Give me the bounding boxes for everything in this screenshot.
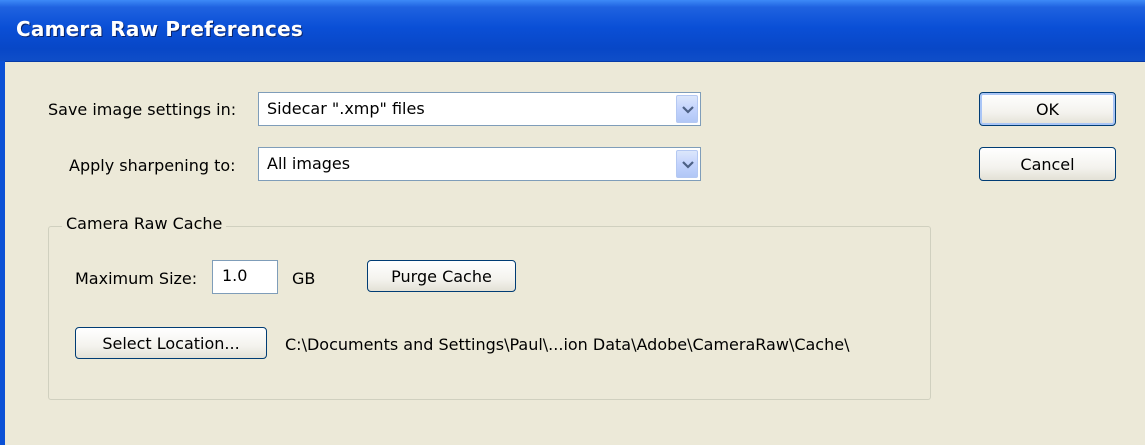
purge-cache-button[interactable]: Purge Cache bbox=[367, 260, 516, 292]
save-settings-dropdown-button[interactable] bbox=[676, 95, 698, 123]
purge-cache-label: Purge Cache bbox=[391, 267, 492, 286]
max-size-input[interactable]: 1.0 bbox=[212, 260, 278, 294]
max-size-label: Maximum Size: bbox=[75, 269, 198, 288]
cancel-button[interactable]: Cancel bbox=[979, 147, 1116, 181]
cache-path: C:\Documents and Settings\Paul\...ion Da… bbox=[285, 335, 850, 354]
window-frame-left bbox=[0, 61, 5, 445]
camera-raw-cache-group bbox=[48, 226, 931, 400]
ok-button-label: OK bbox=[1035, 100, 1060, 119]
chevron-down-icon bbox=[682, 161, 694, 169]
title-bar[interactable]: Camera Raw Preferences bbox=[0, 0, 1145, 62]
cache-group-title: Camera Raw Cache bbox=[62, 214, 227, 233]
sharpening-label: Apply sharpening to: bbox=[69, 156, 236, 175]
ok-button[interactable]: OK bbox=[979, 92, 1116, 126]
select-location-button[interactable]: Select Location... bbox=[75, 327, 267, 359]
sharpening-dropdown-button[interactable] bbox=[676, 150, 698, 178]
size-unit-label: GB bbox=[292, 269, 316, 288]
max-size-value: 1.0 bbox=[222, 266, 248, 285]
sharpening-value: All images bbox=[267, 154, 351, 173]
save-settings-select[interactable]: Sidecar ".xmp" files bbox=[258, 92, 701, 126]
preferences-dialog: Camera Raw Preferences Save image settin… bbox=[0, 0, 1145, 445]
select-location-label: Select Location... bbox=[102, 334, 240, 353]
cancel-button-label: Cancel bbox=[1020, 155, 1075, 174]
save-settings-value: Sidecar ".xmp" files bbox=[267, 99, 425, 118]
dialog-title: Camera Raw Preferences bbox=[16, 17, 303, 41]
chevron-down-icon bbox=[682, 106, 694, 114]
sharpening-select[interactable]: All images bbox=[258, 147, 701, 181]
save-settings-label: Save image settings in: bbox=[48, 100, 237, 119]
